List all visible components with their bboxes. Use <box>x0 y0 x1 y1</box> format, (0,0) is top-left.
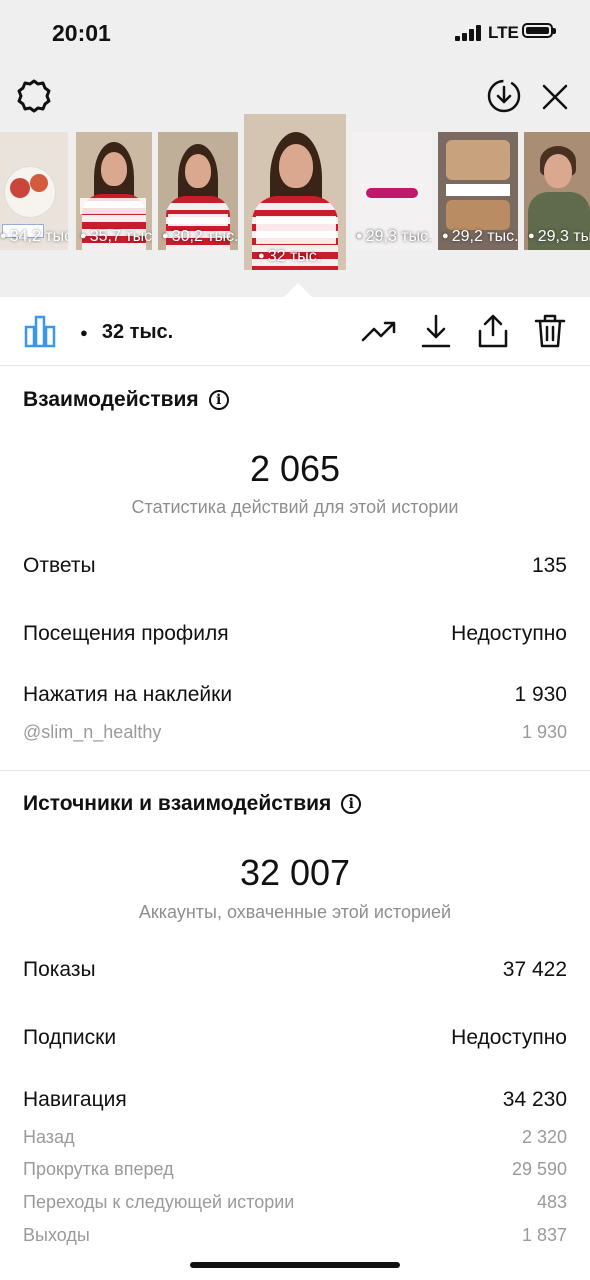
stat-value: 1 930 <box>514 683 567 706</box>
viewers-button[interactable]: ● 32 тыс. <box>80 319 173 345</box>
discovery-title: Источники и взаимодействия i <box>23 792 362 816</box>
share-icon <box>478 314 508 348</box>
story-thumbnail[interactable]: 29,3 тыс. <box>352 132 432 250</box>
thumbnail-views: 32 тыс. <box>258 248 322 266</box>
stat-label: Посещения профиля <box>23 622 229 645</box>
stat-sub-value: 2 320 <box>521 1127 567 1147</box>
close-icon <box>542 84 568 110</box>
download-icon <box>421 314 451 348</box>
story-thumbnail[interactable]: 29,3 тыс. <box>524 132 590 250</box>
signal-icon <box>455 25 483 41</box>
stat-value: 37 422 <box>502 958 567 981</box>
stat-row: Посещения профиля Недоступно <box>23 622 567 646</box>
stat-value: 34 230 <box>502 1088 567 1111</box>
selected-indicator <box>284 283 312 297</box>
download-button[interactable] <box>418 311 454 351</box>
story-thumbnail[interactable]: 30,2 тыс. <box>158 132 238 250</box>
interactions-caption: Статистика действий для этой истории <box>131 497 459 517</box>
stat-sub-label: Назад <box>23 1127 75 1147</box>
stat-sub-row: Переходы к следующей истории 483 <box>23 1192 567 1213</box>
promote-button[interactable] <box>360 313 398 349</box>
gear-icon <box>17 79 51 113</box>
settings-button[interactable] <box>14 76 54 116</box>
thumbnail-views: 29,2 тыс. <box>442 228 518 246</box>
home-indicator[interactable] <box>190 1262 400 1268</box>
stat-row: Навигация 34 230 <box>23 1088 567 1112</box>
views-count: 32 тыс. <box>101 320 174 343</box>
battery-icon <box>522 23 556 38</box>
stat-value: Недоступно <box>451 1026 567 1049</box>
stat-value: 135 <box>531 554 567 577</box>
thumbnail-views: 35,7 тыс. <box>80 228 152 246</box>
stat-row: Ответы 135 <box>23 554 567 578</box>
bar-chart-icon <box>24 315 56 348</box>
stat-sub-label: Выходы <box>23 1225 90 1245</box>
stat-label: Нажатия на наклейки <box>23 683 233 706</box>
stat-value: Недоступно <box>451 622 567 645</box>
network-label: LTE <box>488 23 519 42</box>
trending-up-icon <box>361 321 396 342</box>
stat-row: Нажатия на наклейки 1 930 <box>23 683 567 707</box>
stat-sub-row: Назад 2 320 <box>23 1127 567 1148</box>
stat-sub-value: 1 837 <box>521 1225 567 1245</box>
stat-label: Навигация <box>23 1088 127 1111</box>
save-story-button[interactable] <box>484 76 524 116</box>
stat-label: Показы <box>23 958 96 981</box>
eye-icon: ● <box>80 324 88 340</box>
stat-sub-label: @slim_n_healthy <box>23 722 162 742</box>
thumbnail-views: 29,3 тыс. <box>356 228 432 246</box>
stat-sub-row: Выходы 1 837 <box>23 1225 567 1246</box>
thumbnail-views: 34,2 тыс. <box>0 228 68 246</box>
stat-sub-label: Переходы к следующей истории <box>23 1192 295 1212</box>
story-thumbnail[interactable]: 34,2 тыс. <box>0 132 68 250</box>
stat-sub-value: 29 590 <box>511 1159 567 1179</box>
thumbnail-views: 29,3 тыс. <box>528 228 590 246</box>
interactions-total: 2 065 <box>249 448 341 489</box>
story-thumbnail[interactable]: 29,2 тыс. <box>438 132 518 250</box>
stat-sub-row: Прокрутка вперед 29 590 <box>23 1159 567 1180</box>
story-thumbnail[interactable]: 35,7 тыс. <box>76 132 152 250</box>
stat-row: Показы 37 422 <box>23 958 567 982</box>
stat-sub-label: Прокрутка вперед <box>23 1159 174 1179</box>
story-thumbnail-strip[interactable]: 34,2 тыс. 35,7 тыс. 30,2 тыс. 32 тыс. 29… <box>0 112 590 272</box>
discovery-total: 32 007 <box>239 852 351 893</box>
share-button[interactable] <box>474 311 512 351</box>
stat-row: Подписки Недоступно <box>23 1026 567 1050</box>
thumbnail-views: 30,2 тыс. <box>162 228 238 246</box>
info-icon[interactable]: i <box>341 794 362 814</box>
status-time: 20:01 <box>52 20 111 46</box>
stat-label: Ответы <box>23 554 96 577</box>
story-toolbar: ● 32 тыс. <box>0 297 590 366</box>
info-icon[interactable]: i <box>208 390 229 410</box>
close-button[interactable] <box>536 78 574 116</box>
interactions-title-text: Взаимодействия <box>23 388 199 411</box>
discovery-title-text: Источники и взаимодействия <box>23 792 332 815</box>
status-bar: 20:01 LTE <box>0 0 590 66</box>
stat-sub-value: 483 <box>536 1192 567 1212</box>
interactions-title: Взаимодействия i <box>23 388 229 412</box>
stat-sub-row: @slim_n_healthy 1 930 <box>23 722 567 743</box>
section-divider <box>0 770 590 771</box>
story-header: 20:01 LTE 34,2 тыс. <box>0 0 590 297</box>
stat-sub-value: 1 930 <box>521 722 567 742</box>
delete-button[interactable] <box>532 311 568 351</box>
stat-label: Подписки <box>23 1026 117 1049</box>
download-circle-icon <box>487 79 521 113</box>
story-thumbnail-selected[interactable]: 32 тыс. <box>244 114 346 270</box>
insights-tab[interactable] <box>20 311 60 351</box>
trash-icon <box>534 314 566 348</box>
discovery-caption: Аккаунты, охваченные этой историей <box>138 902 452 922</box>
